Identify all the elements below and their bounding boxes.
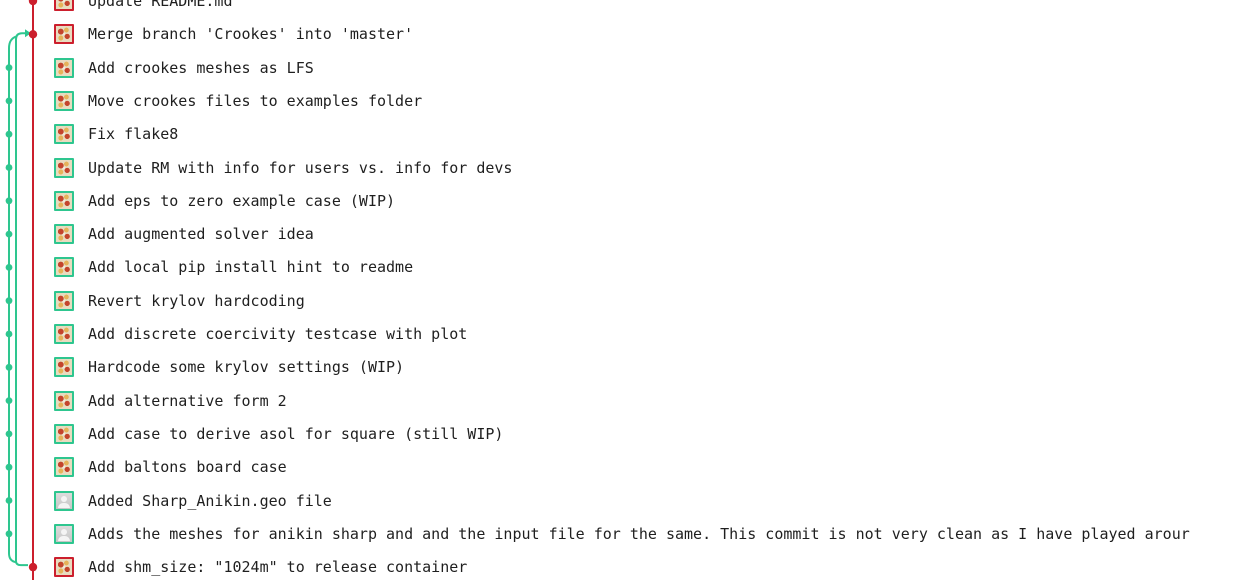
author-avatar-icon [54, 257, 74, 278]
author-avatar-icon [54, 124, 74, 145]
default-user-icon [54, 523, 74, 544]
commit-row[interactable]: Adds the meshes for anikin sharp and and… [0, 517, 1234, 550]
commit-message: Add shm_size: "1024m" to release contain… [88, 558, 468, 577]
commit-message: Merge branch 'Crookes' into 'master' [88, 25, 414, 44]
author-avatar-icon [54, 324, 74, 344]
commit-row[interactable]: Add shm_size: "1024m" to release contain… [0, 551, 1234, 584]
commit-row[interactable]: Hardcode some krylov settings (WIP) [0, 351, 1234, 384]
commit-row[interactable]: Add alternative form 2 [0, 384, 1234, 417]
author-avatar-icon [54, 457, 74, 478]
commit-message: Add discrete coercivity testcase with pl… [88, 325, 468, 343]
commit-message: Add eps to zero example case (WIP) [88, 191, 396, 210]
commit-message: Move crookes files to examples folder [88, 91, 423, 110]
commit-row[interactable]: Add baltons board case [0, 451, 1234, 484]
commit-row[interactable]: Fix flake8 [0, 118, 1234, 151]
commit-message: Hardcode some krylov settings (WIP) [88, 358, 405, 377]
commit-row[interactable]: Revert krylov hardcoding [0, 284, 1234, 317]
commit-row[interactable]: Merge branch 'Crookes' into 'master' [0, 18, 1234, 51]
author-avatar-icon [54, 290, 74, 311]
author-avatar-icon [54, 0, 74, 11]
author-avatar-icon [54, 157, 74, 178]
commit-row[interactable]: Add discrete coercivity testcase with pl… [0, 318, 1234, 351]
commit-message: Fix flake8 [88, 125, 179, 144]
author-avatar-icon [54, 357, 74, 378]
commit-message: Add augmented solver idea [88, 225, 314, 244]
author-avatar-icon [54, 57, 74, 78]
author-avatar-icon [54, 24, 74, 45]
commit-row[interactable]: Update README.md [0, 0, 1234, 18]
commit-message: Add crookes meshes as LFS [88, 58, 314, 77]
commit-message: Add local pip install hint to readme [88, 258, 414, 277]
commit-row[interactable]: Add crookes meshes as LFS [0, 51, 1234, 84]
author-avatar-icon [54, 390, 74, 411]
author-avatar-icon [54, 423, 74, 444]
commit-row[interactable]: Add augmented solver idea [0, 218, 1234, 251]
default-user-icon [54, 490, 74, 511]
commit-message: Add case to derive asol for square (stil… [88, 424, 504, 443]
commit-row[interactable]: Add case to derive asol for square (stil… [0, 417, 1234, 450]
commit-message: Update RM with info for users vs. info f… [88, 158, 513, 177]
commit-row[interactable]: Move crookes files to examples folder [0, 84, 1234, 117]
author-avatar-icon [54, 190, 74, 211]
commit-message: Add alternative form 2 [88, 391, 287, 410]
commit-message: Add baltons board case [88, 458, 287, 477]
commit-row[interactable]: Update RM with info for users vs. info f… [0, 151, 1234, 184]
commit-row[interactable]: Add eps to zero example case (WIP) [0, 184, 1234, 217]
author-avatar-icon [54, 90, 74, 111]
commit-row[interactable]: Add local pip install hint to readme [0, 251, 1234, 284]
commit-message: Added Sharp_Anikin.geo file [88, 491, 332, 510]
commit-message: Update README.md [88, 0, 233, 10]
commit-row[interactable]: Added Sharp_Anikin.geo file [0, 484, 1234, 517]
commit-message: Revert krylov hardcoding [88, 291, 305, 310]
commit-message: Adds the meshes for anikin sharp and and… [88, 524, 1190, 543]
author-avatar-icon [54, 224, 74, 245]
author-avatar-icon [54, 557, 74, 578]
